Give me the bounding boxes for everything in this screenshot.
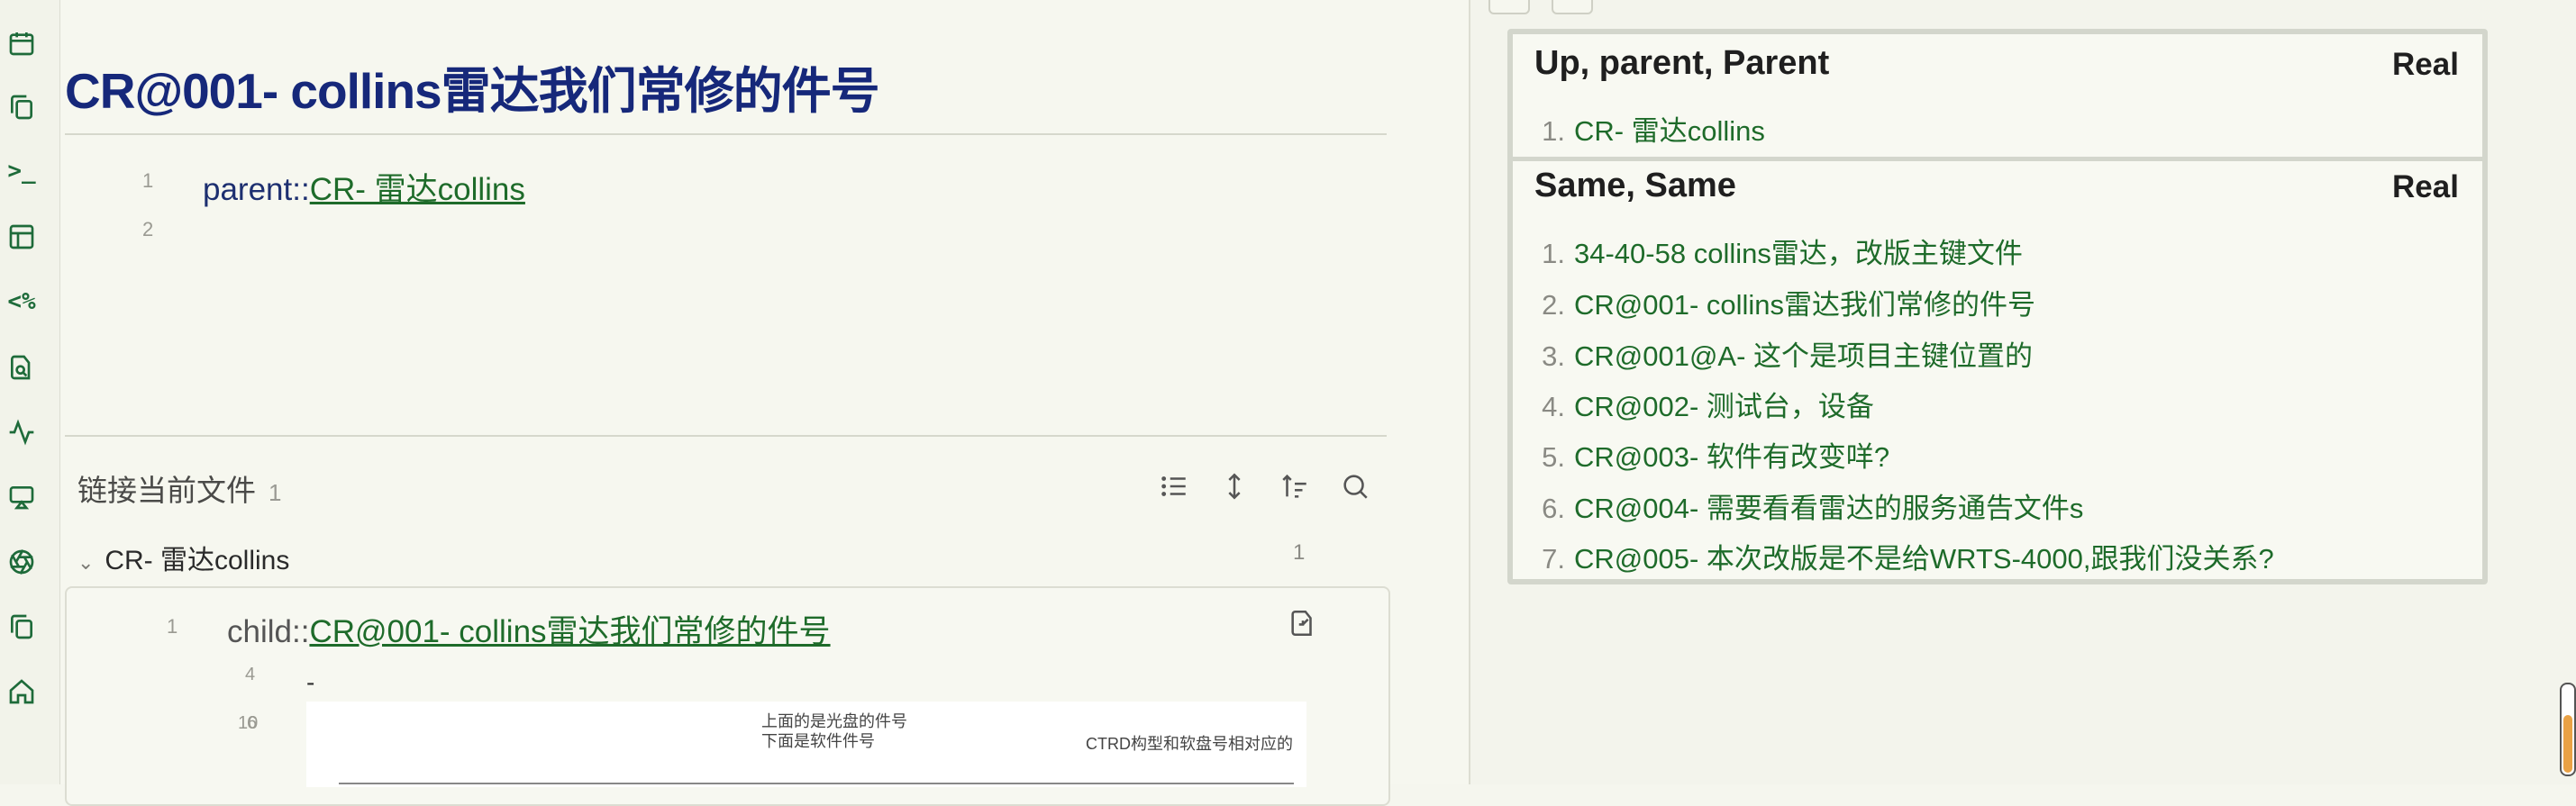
terminal-icon[interactable]: >_ (5, 155, 38, 187)
property-prefix: parent:: (203, 172, 310, 207)
item-link[interactable]: 34-40-58 collins雷达，改版主键文件 (1574, 238, 2023, 269)
item-link[interactable]: CR@001@A- 这个是项目主键位置的 (1574, 340, 2033, 372)
item-link[interactable]: CR@004- 需要看看雷达的服务通告文件s (1574, 493, 2083, 524)
title-divider (65, 133, 1387, 135)
list-view-icon[interactable] (1156, 468, 1192, 504)
scrollbar-thumb[interactable] (2560, 683, 2576, 776)
backlinks-header: 链接当前文件 1 (77, 466, 281, 510)
item-number: 6. (1542, 493, 1565, 524)
parent-link[interactable]: CR- 雷达collins (310, 172, 525, 207)
item-link[interactable]: CR@002- 测试台，设备 (1574, 391, 1874, 422)
backlink-group-count: 1 (1293, 540, 1306, 565)
home-icon[interactable] (5, 675, 38, 708)
item-link[interactable]: CR@003- 软件有改变咩? (1574, 441, 1889, 473)
line-number: 4 (245, 665, 256, 684)
child-link[interactable]: CR@001- collins雷达我们常修的件号 (309, 614, 830, 649)
list-item[interactable]: 5. CR@003- 软件有改变咩? (1525, 434, 1889, 475)
backlink-group[interactable]: ⌄ CR- 雷达collins (77, 538, 289, 577)
copy-icon[interactable] (5, 611, 38, 643)
sort-icon[interactable] (1277, 468, 1313, 504)
calendar-icon[interactable] (5, 27, 38, 59)
section-title-same: Same, Same (1534, 167, 1736, 204)
line-number: 6 (247, 713, 258, 733)
section-title-up: Up, parent, Parent (1534, 44, 1830, 82)
presentation-icon[interactable] (5, 481, 38, 513)
activity-icon[interactable] (5, 416, 38, 448)
embedded-table: 上面的是光盘的件号 下面是软件件号 CTRD构型和软盘号相对应的 (306, 702, 1306, 787)
item-link[interactable]: CR@001- collins雷达我们常修的件号 (1574, 289, 2035, 321)
item-link[interactable]: CR- 雷达collins (1574, 115, 1765, 147)
backlink-group-name: CR- 雷达collins (105, 546, 290, 575)
expand-vertical-icon[interactable] (1216, 468, 1252, 504)
layout-icon[interactable] (5, 221, 38, 253)
templater-icon[interactable]: <% (5, 285, 38, 318)
item-number: 1. (1542, 115, 1565, 147)
list-item[interactable]: 7. CR@005- 本次改版是不是给WRTS-4000,跟我们没关系? (1525, 536, 2274, 576)
item-number: 4. (1542, 391, 1565, 422)
snippet-line: 下面是软件件号 (761, 732, 875, 750)
files-icon[interactable] (5, 91, 38, 123)
backlinks-divider (65, 435, 1387, 437)
left-ribbon: >_ <% (0, 0, 60, 784)
templater-glyph: <% (7, 288, 36, 315)
sidebar-button[interactable] (1552, 0, 1593, 14)
list-item[interactable]: 4. CR@002- 测试台，设备 (1525, 384, 1874, 424)
item-link[interactable]: CR@005- 本次改版是不是给WRTS-4000,跟我们没关系? (1574, 543, 2274, 575)
child-prefix: child:: (227, 614, 310, 649)
chevron-down-icon[interactable]: ⌄ (77, 551, 97, 575)
list-item[interactable]: 3. CR@001@A- 这个是项目主键位置的 (1525, 333, 2033, 374)
item-number: 3. (1542, 340, 1565, 372)
list-item[interactable]: 6. CR@004- 需要看看雷达的服务通告文件s (1525, 485, 2083, 526)
line-number: 2 (142, 218, 154, 240)
list-item[interactable]: 2. CR@001- collins雷达我们常修的件号 (1525, 282, 2035, 322)
section-divider (1513, 157, 2482, 161)
page-title: CR@001- collins雷达我们常修的件号 (65, 63, 880, 119)
list-item[interactable]: 1. CR- 雷达collins (1525, 108, 1765, 149)
item-number: 2. (1542, 289, 1565, 321)
backlinks-title: 链接当前文件 (77, 474, 256, 507)
file-search-icon[interactable] (5, 351, 38, 384)
backlinks-count: 1 (269, 479, 282, 506)
list-item[interactable]: 1. 34-40-58 collins雷达，改版主键文件 (1525, 231, 2023, 271)
scrollbar-fill (2563, 715, 2572, 773)
section-real-label: Real (2392, 169, 2459, 204)
line-number: 1 (142, 169, 154, 192)
aperture-icon[interactable] (5, 546, 38, 578)
open-file-icon[interactable] (1288, 608, 1324, 644)
dash-text: - (306, 668, 315, 696)
line-number: 1 (167, 615, 178, 638)
item-number: 1. (1542, 238, 1565, 269)
item-number: 7. (1542, 543, 1565, 575)
backlink-line[interactable]: child::CR@001- collins雷达我们常修的件号 (227, 606, 831, 652)
snippet-line: CTRD构型和软盘号相对应的 (1086, 735, 1293, 753)
search-icon[interactable] (1337, 468, 1373, 504)
sidebar-button[interactable] (1488, 0, 1530, 14)
section-real-label: Real (2392, 47, 2459, 82)
item-number: 5. (1542, 441, 1565, 473)
editor-line-1[interactable]: parent::CR- 雷达collins (203, 164, 525, 210)
terminal-glyph: >_ (7, 158, 36, 185)
